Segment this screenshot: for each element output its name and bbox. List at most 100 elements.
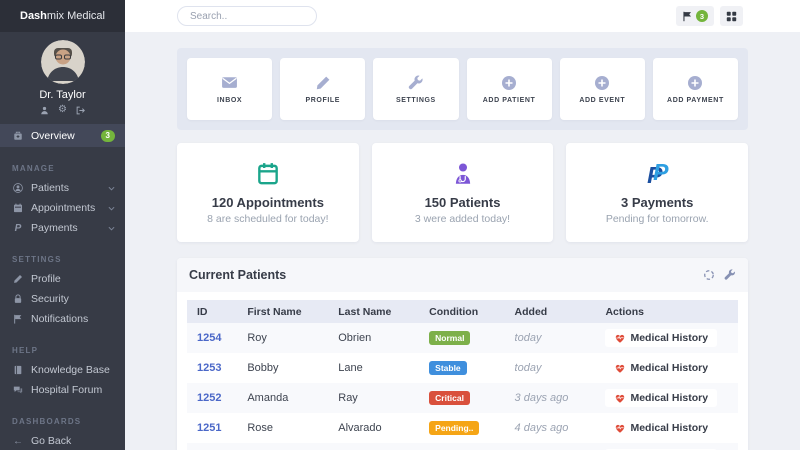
pencil-icon [12,274,24,284]
medical-history-button[interactable]: Medical History [605,419,717,437]
patient-id-link[interactable]: 1254 [197,332,221,344]
sidebar-item-go-back[interactable]: ← Go Back [0,431,125,450]
patient-first-name: Bobby [239,362,330,374]
wrench-icon[interactable] [724,269,736,281]
sidebar-item-notifications[interactable]: Notifications [0,309,125,329]
condition-badge: Normal [429,331,470,345]
table-row: 1254 Roy Obrien Normal today Medical His… [187,323,738,353]
section-title-manage: Manage [0,156,125,178]
chat-bubbles-icon [12,385,24,395]
brand-bold: Dash [20,10,47,22]
add-event-button[interactable]: Add Event [560,58,645,120]
sidebar-item-profile[interactable]: Profile [0,269,125,289]
table-row: 1252 Amanda Ray Critical 3 days ago Medi… [187,383,738,413]
calendar-icon [12,203,24,213]
sidebar-item-patients[interactable]: Patients [0,178,125,198]
stats-row: 120 Appointments 8 are scheduled for tod… [177,143,748,242]
sign-out-icon[interactable] [76,106,85,115]
section-title-dashboards: Dashboards [0,409,125,431]
avatar[interactable] [41,40,85,84]
quick-action-label: Add Patient [483,97,536,104]
plus-circle-icon [501,75,517,91]
app-window: Dashmix Medical Dr. Taylor ⚙ [0,0,800,450]
column-header-condition[interactable]: Condition [421,306,506,318]
gear-icon[interactable]: ⚙ [58,105,67,115]
brand[interactable]: Dashmix Medical [0,0,125,32]
table-header-row: ID First Name Last Name Condition Added … [187,300,738,323]
notifications-button[interactable]: 3 [676,6,714,26]
quick-action-label: Add Payment [667,97,724,104]
sidebar-item-knowledge-base[interactable]: Knowledge Base [0,360,125,380]
sidebar-item-payments[interactable]: P Payments [0,218,125,238]
user-circle-icon [12,183,24,193]
patients-stat-card[interactable]: 150 Patients 3 were added today! [372,143,554,242]
sidebar-item-security[interactable]: Security [0,289,125,309]
sidebar-item-hospital-forum[interactable]: Hospital Forum [0,380,125,400]
sidebar-item-label: Payments [31,222,78,234]
column-header-first-name[interactable]: First Name [239,306,330,318]
patient-first-name: Roy [239,332,330,344]
apps-grid-button[interactable] [720,6,743,26]
search-input[interactable] [177,6,317,26]
chevron-down-icon [108,206,115,211]
medical-history-button[interactable]: Medical History [605,329,717,347]
block-header: Current Patients [177,258,748,292]
patient-added: 3 days ago [507,392,598,404]
add-patient-button[interactable]: Add Patient [467,58,552,120]
add-payment-button[interactable]: Add Payment [653,58,738,120]
overview-badge: 3 [101,130,115,142]
flag-icon [682,11,693,22]
column-header-actions[interactable]: Actions [597,306,738,318]
quick-action-label: Add Event [579,97,625,104]
inbox-button[interactable]: Inbox [187,58,272,120]
patient-id-link[interactable]: 1252 [197,392,221,404]
patient-first-name: Rose [239,422,330,434]
sidebar-item-overview[interactable]: Overview 3 [0,124,125,147]
block-title: Current Patients [189,268,286,282]
refresh-icon[interactable] [703,269,715,281]
column-header-last-name[interactable]: Last Name [330,306,421,318]
patient-added: today [507,332,598,344]
table-row: 1253 Bobby Lane Stable today Medical His… [187,353,738,383]
column-header-added[interactable]: Added [507,306,598,318]
sidebar-item-label: Notifications [31,313,88,325]
appointments-stat-card[interactable]: 120 Appointments 8 are scheduled for tod… [177,143,359,242]
medical-briefcase-icon [12,131,24,141]
sidebar-item-label: Hospital Forum [31,384,102,396]
sidebar-item-label: Profile [31,273,61,285]
topbar-actions: 3 [676,6,743,26]
payments-stat-card[interactable]: PP 3 Payments Pending for tomorrow. [566,143,748,242]
quick-action-label: Profile [305,97,340,104]
user-name[interactable]: Dr. Taylor [0,89,125,101]
grid-icon [726,11,737,22]
heartbeat-icon [614,422,626,434]
user-panel: Dr. Taylor ⚙ [0,32,125,124]
heartbeat-icon [614,392,626,404]
stat-title: 150 Patients [372,195,554,210]
plus-circle-icon [687,75,703,91]
profile-button[interactable]: Profile [280,58,365,120]
sidebar-item-label: Overview [31,130,75,142]
quick-action-label: Settings [396,97,436,104]
patient-id-link[interactable]: 1253 [197,362,221,374]
sidebar-item-label: Appointments [31,202,95,214]
table-row: 1251 Rose Alvarado Pending.. 4 days ago … [187,413,738,443]
medical-history-button[interactable]: Medical History [605,389,717,407]
medical-history-button[interactable]: Medical History [605,359,717,377]
sidebar-item-appointments[interactable]: Appointments [0,198,125,218]
user-profile-icon[interactable] [40,106,49,115]
doctor-icon [372,160,554,188]
flag-icon [12,314,24,324]
section-title-help: Help [0,338,125,360]
column-header-id[interactable]: ID [187,306,239,318]
plus-circle-icon [594,75,610,91]
patient-id-link[interactable]: 1251 [197,422,221,434]
chevron-down-icon [108,226,115,231]
lock-icon [12,294,24,304]
chevron-down-icon [108,186,115,191]
patient-last-name: Lane [330,362,421,374]
condition-badge: Critical [429,391,470,405]
settings-button[interactable]: Settings [373,58,458,120]
paypal-icon: PP [566,160,748,188]
stat-subtitle: 3 were added today! [372,213,554,225]
